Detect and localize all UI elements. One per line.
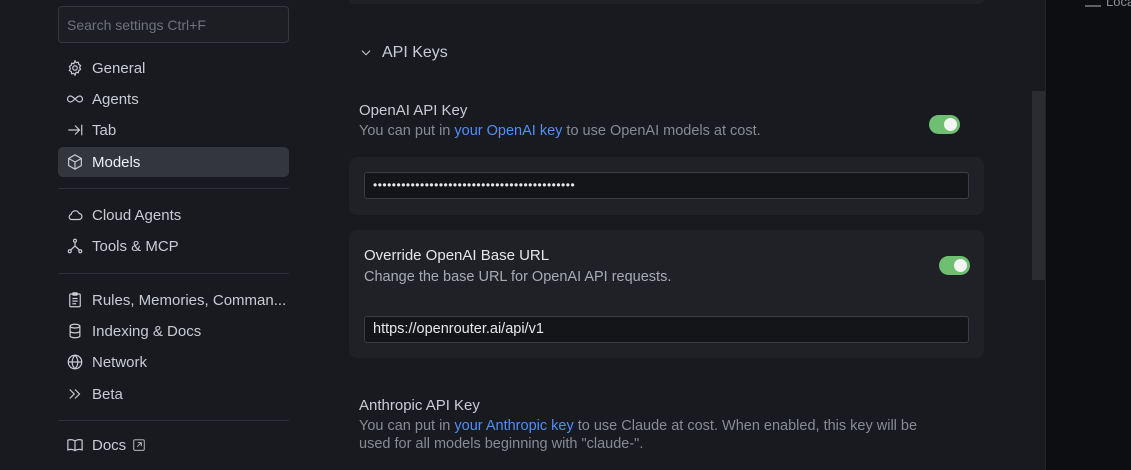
sidebar-item-label: Docs [92,436,127,454]
toggle-knob [944,118,957,131]
panel-icon [1085,4,1101,7]
override-url-description: Change the base URL for OpenAI API reque… [364,269,672,285]
sidebar-item-label: Rules, Memories, Comman... [92,291,287,309]
anthropic-key-link[interactable]: your Anthropic key [454,418,573,434]
section-api-keys-toggle[interactable]: API Keys [359,44,448,62]
clipboard-icon [66,291,84,309]
previous-section-card [349,0,984,4]
settings-sidebar: General Agents Tab Models Cloud Agents T… [0,0,303,470]
globe-icon [66,353,84,371]
cube-icon [66,153,84,171]
nodes-icon [66,237,84,255]
book-icon [66,436,84,454]
openai-key-title: OpenAI API Key [359,102,468,119]
settings-content: API Keys OpenAI API Key You can put in y… [303,0,1045,470]
sidebar-item-label: Cloud Agents [92,206,182,224]
anthropic-key-description: You can put in your Anthropic key to use… [359,418,918,452]
right-panel: Loca [1045,0,1131,470]
sidebar-item-general[interactable]: General [58,53,289,83]
sidebar-item-rules[interactable]: Rules, Memories, Comman... [58,285,289,315]
search-input[interactable] [58,6,289,43]
override-url-title: Override OpenAI Base URL [364,247,550,264]
sidebar-divider [58,188,289,189]
openai-key-description: You can put in your OpenAI key to use Op… [359,123,761,139]
sidebar-item-tools-mcp[interactable]: Tools & MCP [58,231,289,261]
gear-icon [66,59,84,77]
sidebar-item-label: General [92,59,146,77]
sidebar-item-label: Tools & MCP [92,237,179,255]
openai-key-link[interactable]: your OpenAI key [454,123,562,139]
external-link-icon [132,438,146,452]
sidebar-item-label: Agents [92,90,139,108]
sidebar-divider [58,273,289,274]
sidebar-item-beta[interactable]: Beta [58,379,289,409]
right-panel-fragment: Loca [1084,0,1131,9]
sidebar-item-indexing-docs[interactable]: Indexing & Docs [58,316,289,346]
double-chevron-icon [66,385,84,403]
openai-key-card: ••••••••••••••••••••••••••••••••••••••••… [349,157,984,215]
override-url-card: Override OpenAI Base URL Change the base… [349,230,984,358]
openai-key-input[interactable]: ••••••••••••••••••••••••••••••••••••••••… [364,172,969,199]
sidebar-item-label: Tab [92,121,117,139]
toggle-knob [954,259,967,272]
sidebar-item-agents[interactable]: Agents [58,84,289,114]
sidebar-divider [58,420,289,421]
base-url-input[interactable]: https://openrouter.ai/api/v1 [364,316,969,343]
section-title: API Keys [382,44,448,61]
anthropic-key-title: Anthropic API Key [359,397,480,414]
openai-key-toggle[interactable] [929,115,960,134]
scrollbar-thumb[interactable] [1032,91,1045,280]
override-url-toggle[interactable] [939,256,970,275]
sidebar-item-label: Indexing & Docs [92,322,202,340]
sidebar-item-models[interactable]: Models [58,147,289,177]
cloud-icon [66,206,84,224]
sidebar-item-docs[interactable]: Docs [58,430,289,460]
tab-arrow-icon [66,121,84,139]
sidebar-item-label: Beta [92,385,123,403]
sidebar-item-label: Network [92,353,148,371]
database-icon [66,322,84,340]
sidebar-item-label: Models [92,153,141,171]
sidebar-item-network[interactable]: Network [58,347,289,377]
infinity-icon [66,90,84,108]
sidebar-item-cloud-agents[interactable]: Cloud Agents [58,200,289,230]
chevron-down-icon [361,50,371,56]
sidebar-item-tab[interactable]: Tab [58,115,289,145]
